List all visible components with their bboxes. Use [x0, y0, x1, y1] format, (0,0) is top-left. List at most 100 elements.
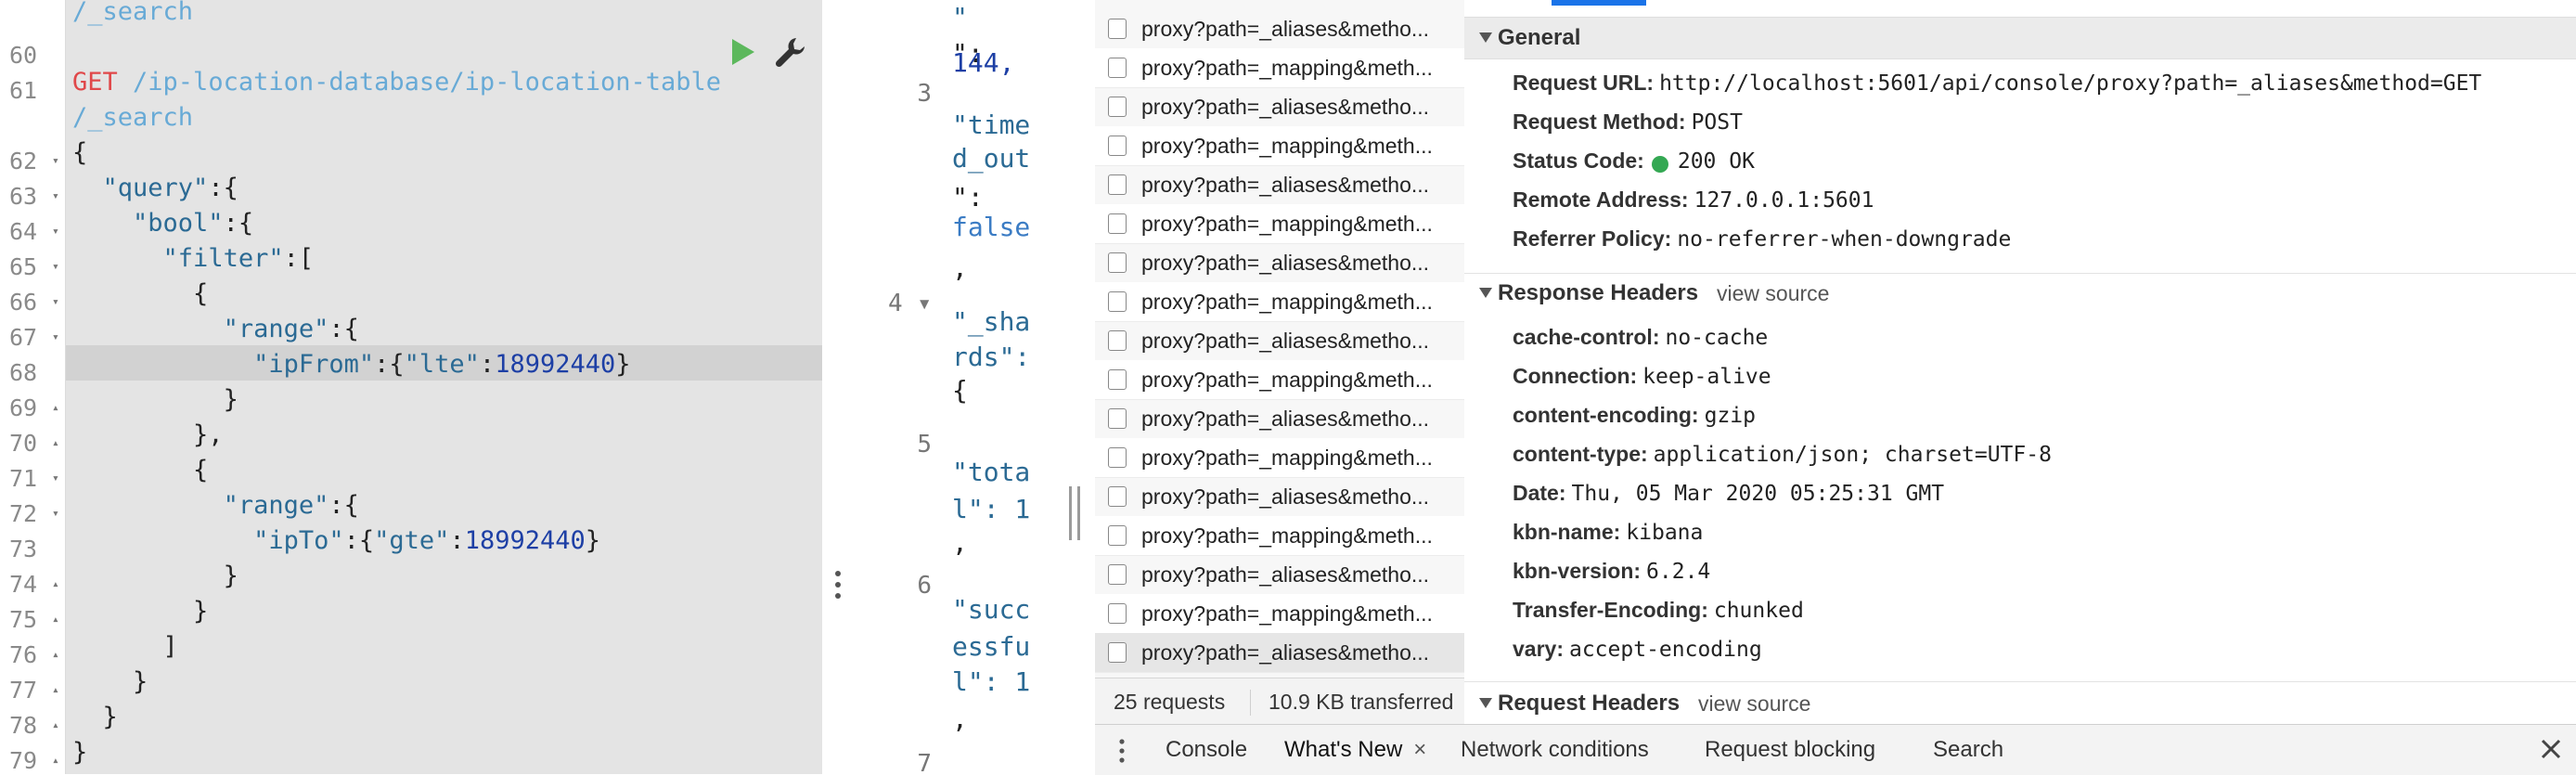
request-name[interactable]: proxy?path=_aliases&metho...	[1141, 165, 1457, 204]
request-name[interactable]: proxy?path=_aliases&metho...	[1141, 243, 1457, 282]
request-name[interactable]: proxy?path=_aliases&metho...	[1141, 399, 1457, 438]
drawer-tab[interactable]: Request blocking	[1705, 725, 1875, 775]
header-value[interactable]: 6.2.4	[1646, 560, 1710, 584]
request-checkbox[interactable]	[1108, 19, 1127, 39]
request-name[interactable]: proxy?path=_aliases&metho...	[1141, 87, 1457, 126]
request-editor[interactable]: 60 61 62 ▾ 63 ▾ 64 ▾ 65 ▾ 66 ▾ 67 ▾ 68 69 ▴ 70 ▴ 71 ▾ 72 ▾ 73 74…	[0, 0, 822, 774]
request-headers-section-header[interactable]: Request Headers view source	[1464, 683, 2576, 724]
request-row[interactable]: proxy?path=_aliases&metho...	[1095, 9, 1464, 49]
fold-open-icon[interactable]: ▾	[52, 497, 59, 532]
fold-close-icon[interactable]: ▴	[52, 426, 59, 461]
code-line[interactable]: }	[72, 559, 238, 594]
code-line[interactable]: GET /ip-location-database/ip-location-ta…	[72, 65, 721, 100]
request-checkbox[interactable]	[1108, 291, 1127, 312]
fold-open-icon[interactable]: ▾	[52, 250, 59, 285]
code-line[interactable]: "range":{	[72, 488, 359, 523]
header-value[interactable]: Thu, 05 Mar 2020 05:25:31 GMT	[1572, 482, 1945, 506]
request-checkbox[interactable]	[1108, 564, 1127, 585]
fold-open-icon[interactable]: ▾	[52, 144, 59, 179]
code-line[interactable]: "query":{	[72, 171, 238, 206]
code-line[interactable]: "bool":{	[72, 206, 253, 241]
header-value[interactable]: accept-encoding	[1569, 638, 1762, 662]
request-checkbox[interactable]	[1108, 525, 1127, 546]
request-checkbox[interactable]	[1108, 642, 1127, 663]
request-name[interactable]: proxy?path=_aliases&metho...	[1141, 477, 1457, 516]
general-section-header[interactable]: General	[1464, 17, 2576, 59]
fold-close-icon[interactable]: ▴	[52, 743, 59, 774]
request-row[interactable]: proxy?path=_mapping&meth...	[1095, 282, 1464, 322]
fold-close-icon[interactable]: ▴	[52, 567, 59, 602]
request-checkbox[interactable]	[1108, 408, 1127, 429]
request-checkbox[interactable]	[1108, 136, 1127, 156]
drawer-tab[interactable]: What's New ×	[1284, 725, 1426, 775]
view-source-link[interactable]: view source	[1698, 683, 1810, 724]
header-value[interactable]: POST	[1692, 110, 1743, 135]
code-line[interactable]: ]	[72, 629, 178, 665]
fold-close-icon[interactable]: ▴	[52, 602, 59, 638]
request-checkbox[interactable]	[1108, 603, 1127, 624]
request-checkbox[interactable]	[1108, 97, 1127, 117]
header-value[interactable]: gzip	[1705, 404, 1756, 428]
fold-close-icon[interactable]: ▴	[52, 638, 59, 673]
request-name[interactable]: proxy?path=_aliases&metho...	[1141, 321, 1457, 360]
request-checkbox[interactable]	[1108, 252, 1127, 273]
request-name[interactable]: proxy?path=_mapping&meth...	[1141, 282, 1457, 321]
fold-open-icon[interactable]: ▾	[52, 214, 59, 250]
more-vertical-icon[interactable]	[829, 568, 847, 601]
header-value[interactable]: 127.0.0.1:5601	[1694, 188, 1874, 213]
fold-close-icon[interactable]: ▴	[52, 391, 59, 426]
code-line[interactable]: {	[72, 453, 208, 488]
code-line[interactable]: }	[72, 665, 148, 700]
fold-close-icon[interactable]: ▴	[52, 708, 59, 743]
more-vertical-icon[interactable]	[1117, 738, 1127, 764]
code-line[interactable]: "range":{	[72, 312, 359, 347]
request-row[interactable]: proxy?path=_mapping&meth...	[1095, 204, 1464, 244]
request-row[interactable]: proxy?path=_aliases&metho...	[1095, 477, 1464, 517]
code-line[interactable]: }	[72, 382, 238, 418]
view-source-link[interactable]: view source	[1717, 273, 1829, 314]
fold-open-icon[interactable]: ▾	[52, 285, 59, 320]
request-checkbox[interactable]	[1108, 174, 1127, 195]
request-checkbox[interactable]	[1108, 330, 1127, 351]
request-name[interactable]: proxy?path=_mapping&meth...	[1141, 438, 1457, 477]
header-value[interactable]: chunked	[1714, 599, 1804, 623]
code-line[interactable]: }	[72, 594, 208, 629]
request-checkbox[interactable]	[1108, 58, 1127, 78]
header-value[interactable]: http://localhost:5601/api/console/proxy?…	[1659, 71, 2481, 96]
request-row[interactable]: proxy?path=_aliases&metho...	[1095, 87, 1464, 127]
header-value[interactable]: keep-alive	[1642, 365, 1771, 389]
code-line[interactable]: /_search	[72, 0, 193, 30]
request-row[interactable]: proxy?path=_aliases&metho...	[1095, 243, 1464, 283]
response-headers-section-header[interactable]: Response Headers view source	[1464, 273, 2576, 314]
header-value[interactable]: kibana	[1626, 521, 1703, 545]
request-name[interactable]: proxy?path=_mapping&meth...	[1141, 360, 1457, 399]
request-name[interactable]: proxy?path=_mapping&meth...	[1141, 516, 1457, 555]
code-line[interactable]: {	[72, 136, 87, 171]
request-name[interactable]: proxy?path=_mapping&meth...	[1141, 594, 1457, 633]
fold-open-icon[interactable]: ▾	[52, 179, 59, 214]
header-value[interactable]: application/json; charset=UTF-8	[1654, 443, 2052, 467]
header-value[interactable]: no-cache	[1665, 326, 1768, 350]
request-row[interactable]: proxy?path=_mapping&meth...	[1095, 360, 1464, 400]
request-row[interactable]: proxy?path=_mapping&meth...	[1095, 594, 1464, 634]
fold-close-icon[interactable]: ▴	[52, 673, 59, 708]
editor-splitter[interactable]	[822, 0, 856, 774]
code-line[interactable]: {	[72, 277, 208, 312]
request-name[interactable]: proxy?path=_mapping&meth...	[1141, 126, 1457, 165]
request-row[interactable]: proxy?path=_aliases&metho...	[1095, 321, 1464, 361]
header-value[interactable]: no-referrer-when-downgrade	[1677, 227, 2011, 252]
header-value[interactable]: 200 OK	[1678, 149, 1755, 174]
wrench-icon[interactable]	[774, 35, 807, 69]
code-line[interactable]: /_search	[72, 100, 193, 136]
request-row[interactable]: proxy?path=_mapping&meth...	[1095, 48, 1464, 88]
request-name[interactable]: proxy?path=_mapping&meth...	[1141, 204, 1457, 243]
response-output[interactable]: 34 ▾ 5 6 7 " ": 144, "time d_out ": false, "_sha rds…	[856, 0, 1041, 774]
fold-open-icon[interactable]: ▾	[52, 320, 59, 355]
request-name[interactable]: proxy?path=_aliases&metho...	[1141, 555, 1457, 594]
request-checkbox[interactable]	[1108, 369, 1127, 390]
request-row[interactable]: proxy?path=_aliases&metho...	[1095, 399, 1464, 439]
code-line[interactable]: },	[72, 418, 224, 453]
request-row[interactable]: proxy?path=_aliases&metho...	[1095, 555, 1464, 595]
drawer-tab[interactable]: Network conditions	[1461, 725, 1649, 775]
code-line[interactable]: "ipFrom":{"lte":18992440}	[72, 347, 630, 382]
